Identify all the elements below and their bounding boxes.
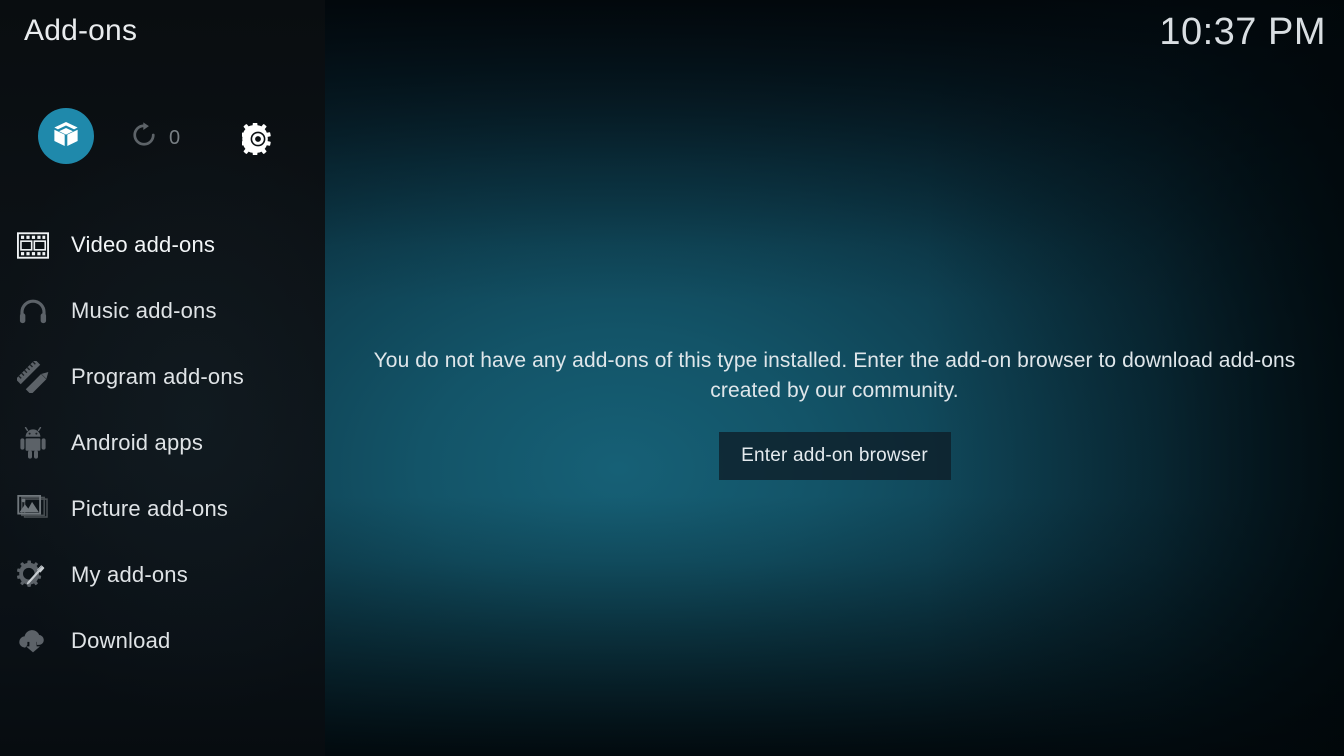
sidebar-item-label: Picture add-ons bbox=[71, 496, 229, 521]
sidebar-item-label: Program add-ons bbox=[71, 364, 244, 389]
update-count: 0 bbox=[169, 126, 181, 149]
main-content: You do not have any add-ons of this type… bbox=[325, 0, 1344, 756]
settings-button[interactable] bbox=[239, 121, 274, 157]
cloud-download-icon bbox=[14, 622, 52, 660]
sidebar-item-label: Music add-ons bbox=[71, 298, 217, 323]
enter-addon-browser-button[interactable]: Enter add-on browser bbox=[718, 431, 951, 480]
refresh-arrow-icon bbox=[130, 121, 158, 154]
film-strip-icon bbox=[14, 226, 52, 264]
headphones-icon bbox=[14, 292, 52, 330]
android-robot-icon bbox=[14, 424, 52, 462]
kodi-addons-window: 10:37 PM Add-ons 0 Video add-ons Music a… bbox=[0, 0, 1344, 756]
sidebar-item-label: My add-ons bbox=[71, 562, 188, 587]
addon-browser-button[interactable] bbox=[38, 108, 94, 164]
sidebar-item-video-addons[interactable]: Video add-ons bbox=[0, 212, 325, 278]
sidebar-item-label: Download bbox=[71, 628, 171, 653]
sidebar-menu: Video add-ons Music add-ons Program add-… bbox=[0, 212, 325, 674]
sidebar-toolbar: 0 bbox=[0, 108, 325, 168]
sidebar: Add-ons 0 Video add-ons Music add-ons Pr… bbox=[0, 0, 325, 756]
empty-state-message: You do not have any add-ons of this type… bbox=[373, 349, 1296, 402]
package-box-icon bbox=[51, 119, 81, 154]
page-title: Add-ons bbox=[24, 14, 138, 47]
empty-state: You do not have any add-ons of this type… bbox=[325, 346, 1344, 480]
picture-frame-icon bbox=[14, 490, 52, 528]
sidebar-item-my-addons[interactable]: My add-ons bbox=[0, 542, 325, 608]
sidebar-item-program-addons[interactable]: Program add-ons bbox=[0, 344, 325, 410]
sidebar-item-download[interactable]: Download bbox=[0, 608, 325, 674]
gear-icon bbox=[239, 121, 274, 159]
check-updates-button[interactable]: 0 bbox=[130, 121, 180, 154]
gear-screwdriver-icon bbox=[14, 556, 52, 594]
sidebar-item-android-apps[interactable]: Android apps bbox=[0, 410, 325, 476]
pencil-ruler-icon bbox=[14, 358, 52, 396]
sidebar-item-label: Android apps bbox=[71, 430, 204, 455]
sidebar-item-music-addons[interactable]: Music add-ons bbox=[0, 278, 325, 344]
sidebar-item-picture-addons[interactable]: Picture add-ons bbox=[0, 476, 325, 542]
sidebar-item-label: Video add-ons bbox=[71, 232, 216, 257]
